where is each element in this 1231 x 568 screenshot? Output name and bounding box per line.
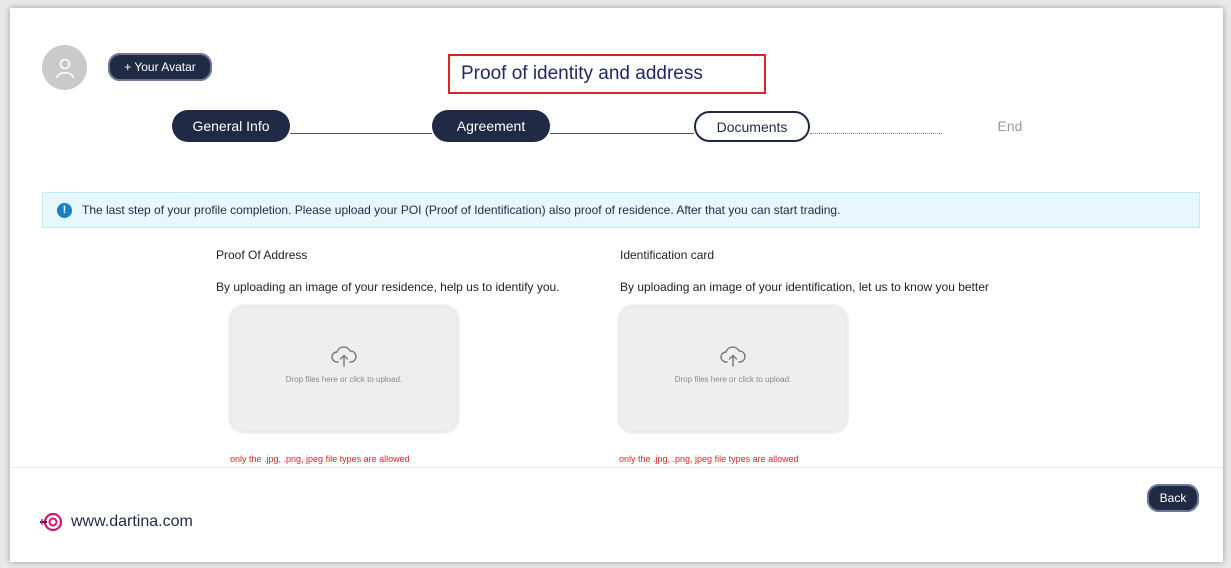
identification-card-description: By uploading an image of your identifica… xyxy=(620,280,989,294)
dropzone-hint: Drop files here or click to upload. xyxy=(674,375,792,384)
step-general-info[interactable]: General Info xyxy=(172,110,290,142)
add-avatar-button[interactable]: + Your Avatar xyxy=(108,53,212,81)
cloud-upload-icon xyxy=(331,346,357,367)
proof-of-address-error: only the .jpg, .png, jpeg file types are… xyxy=(230,454,410,464)
identification-card-error: only the .jpg, .png, jpeg file types are… xyxy=(619,454,799,464)
step-connector-pending xyxy=(810,133,942,134)
avatar-placeholder xyxy=(42,45,87,90)
back-button[interactable]: Back xyxy=(1147,484,1199,512)
step-connector xyxy=(550,133,694,134)
dartina-logo-icon xyxy=(40,512,63,532)
brand-link[interactable]: www.dartina.com xyxy=(71,513,193,531)
alert-text: The last step of your profile completion… xyxy=(82,203,841,217)
dropzone-hint: Drop files here or click to upload. xyxy=(285,375,403,384)
proof-of-address-title: Proof Of Address xyxy=(216,248,308,262)
brand[interactable]: www.dartina.com xyxy=(39,511,193,533)
app-window: + Your Avatar Proof of identity and addr… xyxy=(10,8,1223,562)
step-documents[interactable]: Documents xyxy=(694,111,810,142)
step-end: End xyxy=(997,118,1023,134)
cloud-upload-icon xyxy=(720,346,746,367)
step-agreement[interactable]: Agreement xyxy=(432,110,550,142)
identification-card-dropzone[interactable]: Drop files here or click to upload. xyxy=(619,306,847,432)
page-title: Proof of identity and address xyxy=(448,54,766,94)
proof-of-address-dropzone[interactable]: Drop files here or click to upload. xyxy=(230,306,458,432)
proof-of-address-description: By uploading an image of your residence,… xyxy=(216,280,560,294)
footer-divider xyxy=(10,467,1223,468)
step-connector xyxy=(290,133,432,134)
info-alert: ! The last step of your profile completi… xyxy=(42,192,1200,228)
info-icon: ! xyxy=(57,202,72,218)
identification-card-title: Identification card xyxy=(620,248,715,262)
user-icon xyxy=(55,58,74,78)
